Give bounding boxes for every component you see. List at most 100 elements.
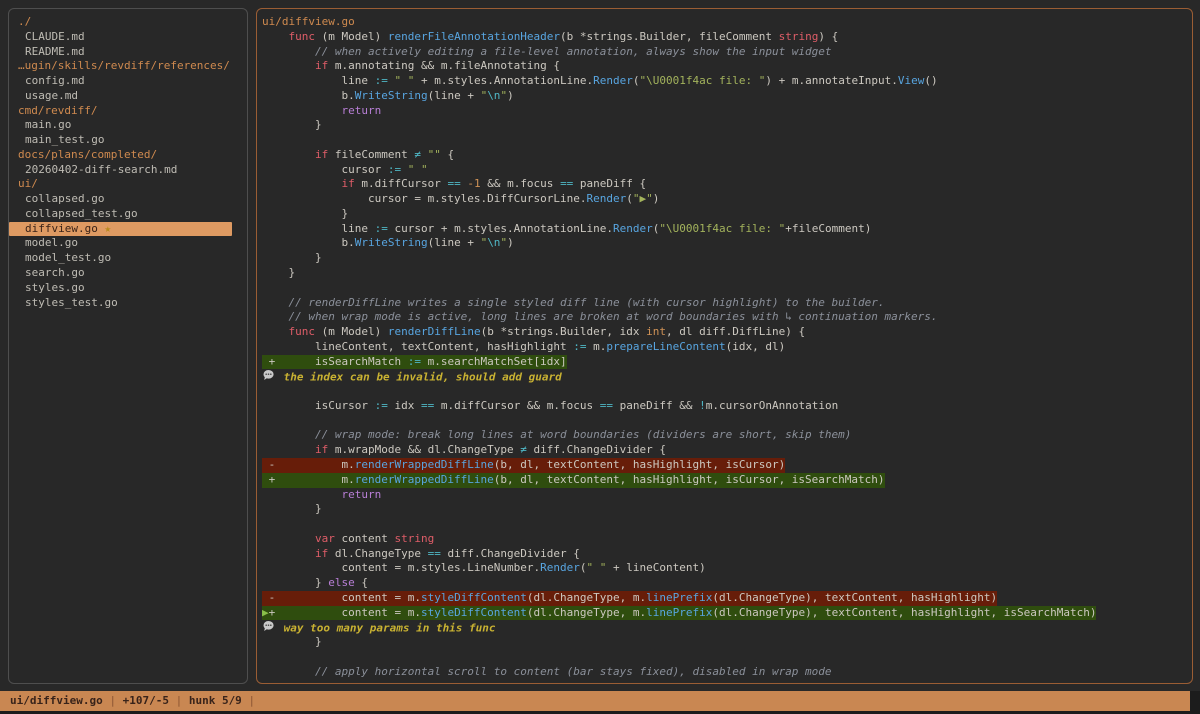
blank-line xyxy=(262,384,1192,399)
code-line: isCursor := idx == m.diffCursor && m.foc… xyxy=(262,399,1192,414)
sidebar-item-model-test.go[interactable]: model_test.go xyxy=(9,251,247,266)
editor-file-path: ui/diffview.go xyxy=(262,15,1192,30)
file-label: search.go xyxy=(25,266,85,279)
sidebar-item-search.go[interactable]: search.go xyxy=(9,266,247,281)
code-line: func (m Model) renderFileAnnotationHeade… xyxy=(262,30,1192,45)
blank-line xyxy=(262,414,1192,429)
diff-cursor-icon: ▶ xyxy=(262,606,269,619)
sidebar-item-collapsed.go[interactable]: collapsed.go xyxy=(9,192,247,207)
sidebar-item-model.go[interactable]: model.go xyxy=(9,236,247,251)
code-line: // when actively editing a file-level an… xyxy=(262,45,1192,60)
diff-added-line: + isSearchMatch := m.searchMatchSet[idx] xyxy=(262,355,1192,370)
status-file-path: ui/diffview.go xyxy=(10,694,103,707)
line-content: isCursor := idx == m.diffCursor && m.foc… xyxy=(262,399,838,414)
blank-line xyxy=(262,517,1192,532)
annotation-line: way too many params in this func xyxy=(262,620,1192,635)
status-bar-gap xyxy=(1190,691,1200,711)
code-line: line := cursor + m.styles.AnnotationLine… xyxy=(262,222,1192,237)
file-label: ui/ xyxy=(18,177,38,190)
status-divider: | xyxy=(103,694,123,707)
sidebar-item-.-[interactable]: ./ xyxy=(9,15,247,30)
code-line: // wrap mode: break long lines at word b… xyxy=(262,428,1192,443)
file-label: CLAUDE.md xyxy=(25,30,85,43)
sidebar-item-styles-test.go[interactable]: styles_test.go xyxy=(9,296,247,311)
code-line: lineContent, textContent, hasHighlight :… xyxy=(262,340,1192,355)
code-line: var content string xyxy=(262,532,1192,547)
code-line: if m.annotating && m.fileAnnotating { xyxy=(262,59,1192,74)
status-divider: | xyxy=(242,694,255,707)
file-label: diffview.go xyxy=(25,222,98,235)
code-line: if fileComment ≠ "" { xyxy=(262,148,1192,163)
code-lines: func (m Model) renderFileAnnotationHeade… xyxy=(262,30,1192,680)
line-content: // renderDiffLine writes a single styled… xyxy=(262,296,885,311)
sidebar-item-diffview.go[interactable]: diffview.go ★ xyxy=(9,222,232,237)
line-content: } xyxy=(262,502,322,517)
line-content: ▶+ content = m.styleDiffContent(dl.Chang… xyxy=(262,606,1096,621)
line-content: func (m Model) renderDiffLine(b *strings… xyxy=(262,325,805,340)
code-line: } xyxy=(262,207,1192,222)
code-line: } xyxy=(262,266,1192,281)
line-content: // wrap mode: break long lines at word b… xyxy=(262,428,851,443)
line-content: } xyxy=(262,118,322,133)
code-line: } xyxy=(262,118,1192,133)
code-line: } xyxy=(262,635,1192,650)
file-label: config.md xyxy=(25,74,85,87)
file-label: ./ xyxy=(18,15,31,28)
line-content: if dl.ChangeType == diff.ChangeDivider { xyxy=(262,547,580,562)
line-content: } xyxy=(262,635,322,650)
sidebar-item-docs-plans-completed-[interactable]: docs/plans/completed/ xyxy=(9,148,247,163)
line-content: cursor := " " xyxy=(262,163,428,178)
line-content: + m.renderWrappedDiffLine(b, dl, textCon… xyxy=(262,473,885,488)
code-line: cursor := " " xyxy=(262,163,1192,178)
code-line: if dl.ChangeType == diff.ChangeDivider { xyxy=(262,547,1192,562)
file-label: model_test.go xyxy=(25,251,111,264)
file-label: collapsed_test.go xyxy=(25,207,138,220)
line-content: func (m Model) renderFileAnnotationHeade… xyxy=(262,30,838,45)
blank-line xyxy=(262,133,1192,148)
line-content: - content = m.styleDiffContent(dl.Change… xyxy=(262,591,997,606)
sidebar-item-ui-[interactable]: ui/ xyxy=(9,177,247,192)
file-tree-sidebar: ./ CLAUDE.md README.md…ugin/skills/revdiff… xyxy=(8,8,248,684)
sidebar-item-readme.md[interactable]: README.md xyxy=(9,45,247,60)
blank-line xyxy=(262,281,1192,296)
code-line: content = m.styles.LineNumber.Render(" "… xyxy=(262,561,1192,576)
sidebar-item--ugin-skills-revdiff-references-[interactable]: …ugin/skills/revdiff/references/ xyxy=(9,59,247,74)
line-content: if m.diffCursor == -1 && m.focus == pane… xyxy=(262,177,646,192)
speech-bubble-icon xyxy=(262,369,277,386)
file-label: README.md xyxy=(25,45,85,58)
sidebar-item-claude.md[interactable]: CLAUDE.md xyxy=(9,30,247,45)
line-content: return xyxy=(262,104,381,119)
sidebar-item-cmd-revdiff-[interactable]: cmd/revdiff/ xyxy=(9,104,247,119)
sidebar-item-usage.md[interactable]: usage.md xyxy=(9,89,247,104)
file-label: cmd/revdiff/ xyxy=(18,104,97,117)
code-line: } xyxy=(262,251,1192,266)
code-line: if m.wrapMode && dl.ChangeType ≠ diff.Ch… xyxy=(262,443,1192,458)
line-content: if fileComment ≠ "" { xyxy=(262,148,454,163)
sidebar-item-main-test.go[interactable]: main_test.go xyxy=(9,133,247,148)
code-line: // when wrap mode is active, long lines … xyxy=(262,310,1192,325)
code-line: func (m Model) renderDiffLine(b *strings… xyxy=(262,325,1192,340)
file-label: styles_test.go xyxy=(25,296,118,309)
file-label: 20260402-diff-search.md xyxy=(25,163,177,176)
status-bar: ui/diffview.go | +107/-5 | hunk 5/9 | 2 … xyxy=(0,691,1190,711)
sidebar-item-collapsed-test.go[interactable]: collapsed_test.go xyxy=(9,207,247,222)
code-line: if m.diffCursor == -1 && m.focus == pane… xyxy=(262,177,1192,192)
line-content: // when actively editing a file-level an… xyxy=(262,45,832,60)
code-line: cursor = m.styles.DiffCursorLine.Render(… xyxy=(262,192,1192,207)
code-line: } else { xyxy=(262,576,1192,591)
code-line: // renderDiffLine writes a single styled… xyxy=(262,296,1192,311)
diff-pane: ui/diffview.go func (m Model) renderFile… xyxy=(256,8,1193,684)
file-label: main_test.go xyxy=(25,133,104,146)
modified-star-icon: ★ xyxy=(98,222,111,235)
sidebar-item-main.go[interactable]: main.go xyxy=(9,118,247,133)
code-line: b.WriteString(line + "\n") xyxy=(262,236,1192,251)
line-content: b.WriteString(line + "\n") xyxy=(262,236,514,251)
line-content: + isSearchMatch := m.searchMatchSet[idx] xyxy=(262,355,567,370)
sidebar-item-20260402-diff-search.md[interactable]: 20260402-diff-search.md xyxy=(9,163,247,178)
sidebar-item-styles.go[interactable]: styles.go xyxy=(9,281,247,296)
annotation-text: way too many params in this func xyxy=(277,622,496,635)
sidebar-item-config.md[interactable]: config.md xyxy=(9,74,247,89)
line-content: cursor = m.styles.DiffCursorLine.Render(… xyxy=(262,192,659,207)
code-line: b.WriteString(line + "\n") xyxy=(262,89,1192,104)
line-content: } else { xyxy=(262,576,368,591)
